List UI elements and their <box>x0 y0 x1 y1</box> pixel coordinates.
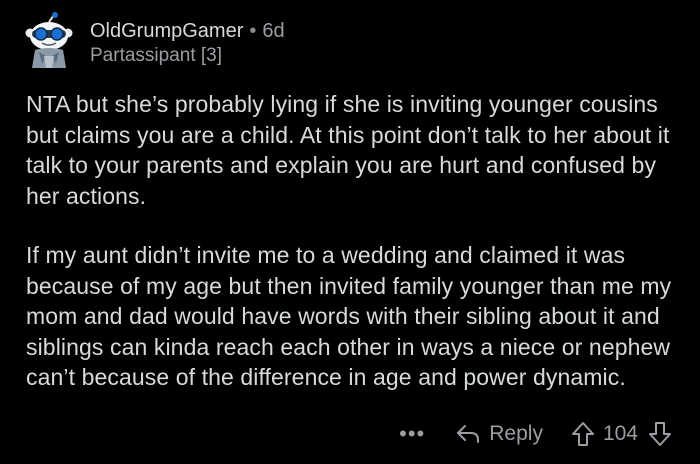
upvote-arrow-icon[interactable] <box>571 421 595 447</box>
reply-arrow-icon <box>455 423 489 445</box>
author-username[interactable]: OldGrumpGamer <box>90 20 243 42</box>
comment-body: NTA but she’s probably lying if she is i… <box>26 89 686 393</box>
user-line: OldGrumpGamer • 6d <box>90 19 285 43</box>
user-flair: Partassipant [3] <box>90 45 223 66</box>
reply-label: Reply <box>489 422 543 445</box>
vote-controls: 104 <box>571 421 672 447</box>
comment-paragraph-1: NTA but she’s probably lying if she is i… <box>26 91 670 209</box>
snoo-avatar-icon[interactable] <box>22 12 76 70</box>
comment-header: OldGrumpGamer • 6d Partassipant [3] <box>90 19 285 68</box>
reply-button[interactable]: Reply <box>455 422 543 446</box>
more-options-icon[interactable]: ••• <box>399 423 425 445</box>
comment-paragraph-2: If my aunt didn’t invite me to a wedding… <box>26 242 672 390</box>
comment-age: 6d <box>262 20 285 42</box>
comment: OldGrumpGamer • 6d Partassipant [3] NTA bu… <box>0 0 700 464</box>
comment-actions: ••• Reply 104 <box>399 416 672 452</box>
downvote-arrow-icon[interactable] <box>648 421 672 447</box>
vote-count: 104 <box>602 422 638 445</box>
separator-dot: • <box>249 20 257 42</box>
